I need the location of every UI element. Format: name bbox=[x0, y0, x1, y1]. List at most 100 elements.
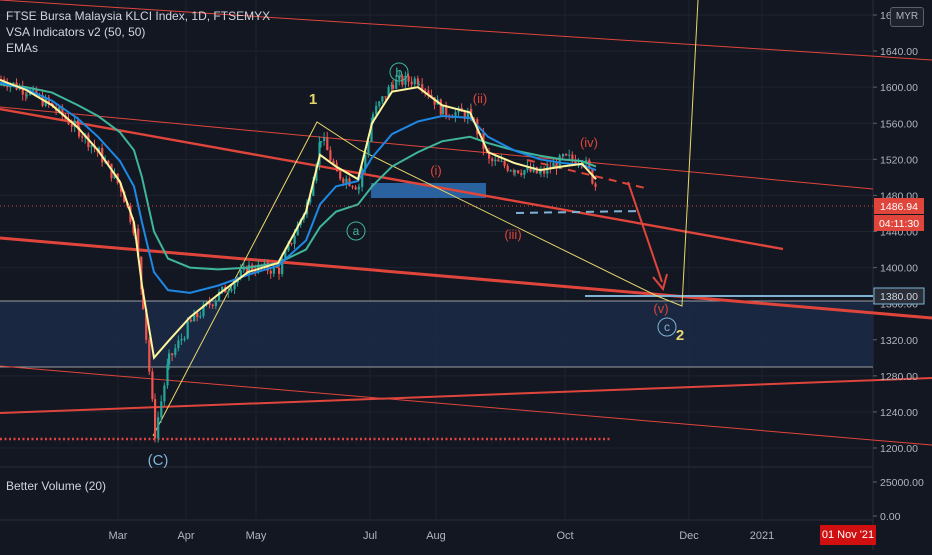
candle-body bbox=[407, 75, 410, 82]
candle-body bbox=[494, 159, 497, 162]
price-tick-label: 1200.00 bbox=[880, 443, 918, 455]
candle-body bbox=[183, 338, 186, 340]
candle-body bbox=[543, 170, 546, 174]
candle-body bbox=[410, 81, 413, 85]
indicator-vsa[interactable]: VSA Indicators v2 (50, 50) bbox=[6, 24, 270, 40]
chart-area[interactable]: 1200.00 1240.00 1280.00 1320.00 1360.00 1400.… bbox=[0, 0, 932, 550]
chart-svg[interactable]: 1200.001240.001280.001320.001360.001400.… bbox=[0, 0, 932, 550]
wave-label-iii: (iii) bbox=[504, 227, 521, 242]
candle-body bbox=[424, 89, 427, 91]
time-tick-label: May bbox=[246, 530, 267, 542]
volume-tick-label: 25000.00 bbox=[880, 477, 924, 489]
wave-label-c: c bbox=[664, 320, 670, 334]
candle-body bbox=[509, 170, 512, 172]
wave-label-b: b bbox=[395, 65, 402, 80]
candle-body bbox=[174, 348, 177, 356]
volume-legend[interactable]: Better Volume (20) bbox=[6, 479, 106, 493]
candle-body bbox=[565, 154, 568, 156]
candle-body bbox=[227, 290, 230, 293]
time-tick-label: Apr bbox=[177, 530, 194, 542]
candle-body bbox=[269, 270, 272, 274]
candle-body bbox=[571, 154, 574, 160]
candle-body bbox=[26, 94, 29, 96]
candle-body bbox=[500, 160, 503, 162]
candle-body bbox=[293, 235, 296, 244]
wave-label-iv: (iv) bbox=[580, 135, 598, 150]
candle-body bbox=[351, 186, 354, 188]
candle-body bbox=[157, 417, 160, 439]
time-tick-label: Mar bbox=[109, 530, 128, 542]
candle-body bbox=[70, 124, 73, 127]
price-tick-label: 1400.00 bbox=[880, 263, 918, 275]
chart-legend: FTSE Bursa Malaysia KLCI Index, 1D, FTSE… bbox=[6, 8, 270, 56]
candle-body bbox=[278, 267, 281, 274]
candle-body bbox=[520, 173, 523, 175]
candle-body bbox=[154, 399, 157, 439]
candle-body bbox=[562, 154, 565, 156]
indicator-emas[interactable]: EMAs bbox=[6, 40, 270, 56]
price-tick-label: 1320.00 bbox=[880, 335, 918, 347]
candle-body bbox=[345, 178, 348, 183]
candle-body bbox=[320, 140, 323, 143]
time-tick-label: Aug bbox=[426, 530, 446, 542]
candle-body bbox=[230, 289, 233, 291]
wave-label-i: (i) bbox=[430, 163, 442, 178]
candle-body bbox=[392, 84, 395, 89]
candle-body bbox=[503, 160, 506, 166]
price-tick-label: 1560.00 bbox=[880, 118, 918, 130]
volume-tick-label: 0.00 bbox=[880, 511, 901, 523]
candle-body bbox=[196, 312, 199, 318]
level-tag-text: 1380.00 bbox=[880, 291, 918, 303]
crosshair-date-label: 01 Nov '21 bbox=[820, 525, 876, 545]
countdown-text: 04:11:30 bbox=[879, 218, 919, 230]
candle-body bbox=[354, 187, 357, 190]
candle-body bbox=[491, 158, 494, 162]
candle-body bbox=[326, 137, 329, 151]
candle-body bbox=[177, 340, 180, 349]
candle-body bbox=[329, 150, 332, 161]
candle-body bbox=[339, 171, 342, 179]
time-tick-label: Dec bbox=[679, 530, 699, 542]
price-tick-label: 1640.00 bbox=[880, 46, 918, 58]
candle-body bbox=[190, 319, 193, 322]
time-tick-label: 2021 bbox=[750, 530, 774, 542]
candle-body bbox=[342, 178, 345, 183]
candle-body bbox=[151, 371, 154, 400]
candle-body bbox=[514, 170, 517, 173]
wave-label-C: (C) bbox=[148, 452, 169, 469]
price-tick-label: 1240.00 bbox=[880, 407, 918, 419]
price-tick-label: 1520.00 bbox=[880, 154, 918, 166]
candle-body bbox=[381, 96, 384, 102]
candle-body bbox=[163, 385, 166, 402]
candle-body bbox=[81, 136, 84, 138]
wave-label-v: (v) bbox=[653, 301, 668, 316]
candle-body bbox=[439, 99, 442, 115]
candle-body bbox=[90, 145, 93, 148]
wave-label-2: 2 bbox=[676, 327, 684, 344]
candle-body bbox=[375, 105, 378, 115]
last-price-text: 1486.94 bbox=[880, 201, 918, 213]
candle-body bbox=[290, 242, 293, 244]
candle-body bbox=[568, 154, 571, 156]
candle-body bbox=[171, 353, 174, 356]
price-tick-label: 1600.00 bbox=[880, 82, 918, 94]
candle-body bbox=[497, 159, 500, 162]
candle-body bbox=[413, 78, 416, 85]
candle-body bbox=[160, 401, 163, 418]
candle-body bbox=[517, 170, 520, 174]
candle-body bbox=[211, 304, 214, 306]
candle-body bbox=[594, 183, 597, 187]
candle-body bbox=[199, 316, 202, 318]
symbol-title[interactable]: FTSE Bursa Malaysia KLCI Index, 1D, FTSE… bbox=[6, 8, 270, 24]
candle-body bbox=[523, 170, 526, 175]
candle-body bbox=[323, 137, 326, 141]
wave-label-1: 1 bbox=[309, 91, 317, 108]
wave-label-a: a bbox=[353, 224, 360, 238]
candle-body bbox=[378, 101, 381, 106]
candle-body bbox=[418, 84, 421, 86]
currency-button[interactable]: MYR bbox=[890, 7, 924, 27]
candle-body bbox=[166, 364, 169, 386]
wave-label-ii: (ii) bbox=[473, 91, 487, 106]
demand-zone bbox=[0, 301, 873, 367]
price-axis: 1200.001240.001280.001320.001360.001400.… bbox=[873, 10, 924, 523]
